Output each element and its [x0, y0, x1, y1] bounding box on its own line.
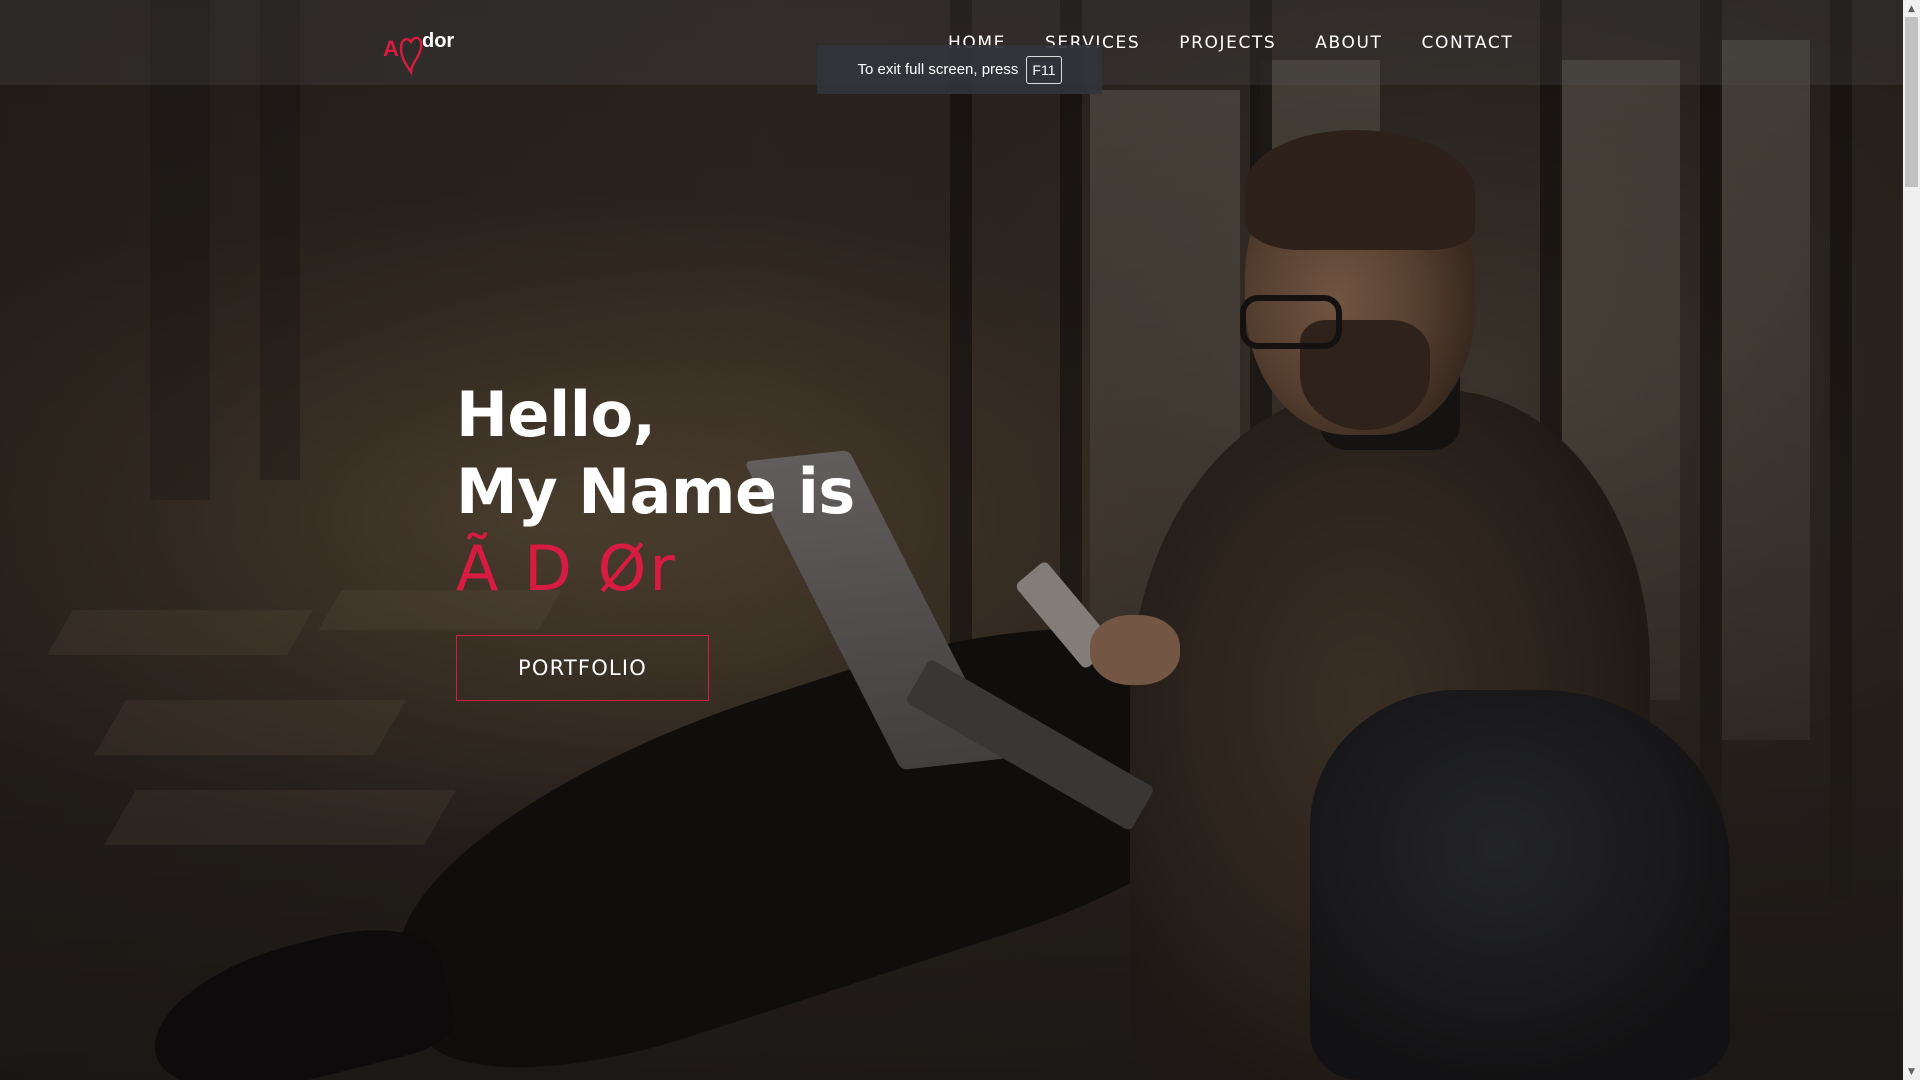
- portfolio-button[interactable]: PORTFOLIO: [456, 635, 709, 701]
- background-overlay: [0, 0, 1903, 1080]
- hero-background: A dor HOME SERVICES PROJECTS ABOUT CONTA…: [0, 0, 1903, 1080]
- scroll-up-arrow-icon[interactable]: ▲: [1903, 0, 1920, 17]
- hero-headline: Hello, My Name is Ã D Ør: [456, 376, 855, 607]
- scroll-down-arrow-icon[interactable]: ▼: [1903, 1063, 1920, 1080]
- fullscreen-exit-notice: To exit full screen, press F11: [817, 45, 1102, 94]
- vertical-scrollbar[interactable]: ▲ ▼: [1903, 0, 1920, 1080]
- f11-key-badge: F11: [1026, 55, 1062, 84]
- hero-intro: My Name is: [456, 455, 855, 528]
- scrollbar-thumb[interactable]: [1905, 17, 1918, 187]
- hero-title: Hello, My Name is: [456, 376, 855, 530]
- nav-about[interactable]: ABOUT: [1315, 33, 1382, 53]
- nav-contact[interactable]: CONTACT: [1422, 33, 1514, 53]
- hero-name: Ã D Ør: [456, 532, 678, 605]
- site-logo[interactable]: A dor: [383, 26, 463, 76]
- hero-greeting: Hello,: [456, 378, 656, 451]
- logo-suffix: dor: [422, 30, 455, 52]
- fullscreen-notice-text: To exit full screen, press: [857, 61, 1019, 78]
- nav-projects[interactable]: PROJECTS: [1179, 33, 1276, 53]
